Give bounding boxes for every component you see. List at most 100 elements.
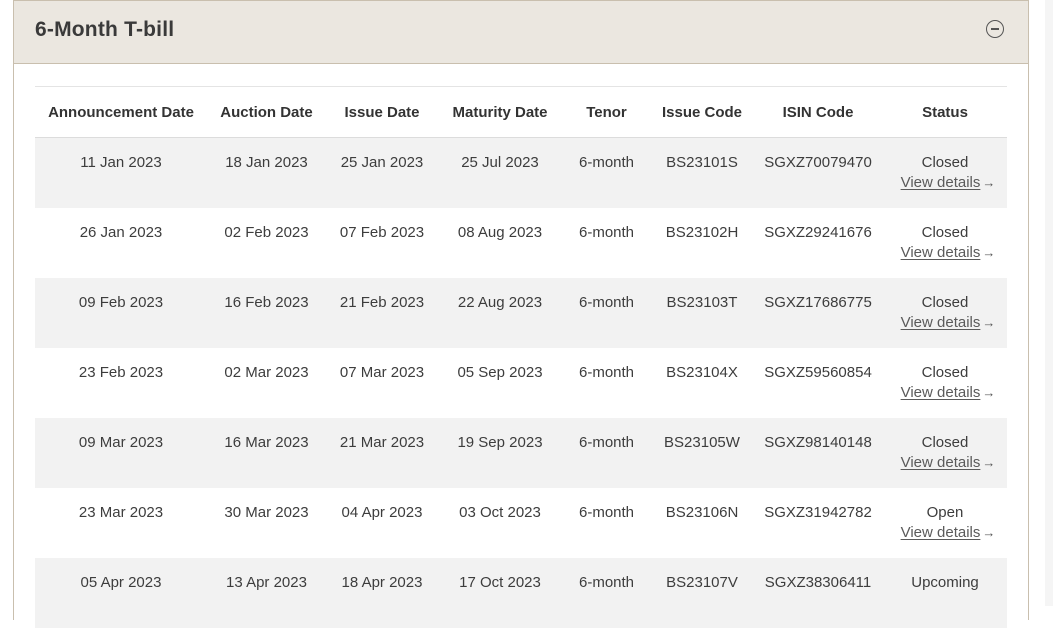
issue-value: 04 Apr 2023 xyxy=(341,504,423,521)
table-cell: BS23102H xyxy=(651,208,753,278)
table-cell: SGXZ17686775 xyxy=(753,278,883,348)
status-value: Closed xyxy=(921,364,969,381)
column-header: Issue Date xyxy=(326,86,438,138)
table-cell: 6-month xyxy=(562,208,651,278)
isin-value: SGXZ59560854 xyxy=(764,364,872,381)
view-details-link[interactable]: View details xyxy=(901,384,981,401)
issue-code-value: BS23102H xyxy=(665,224,739,241)
issue-value: 25 Jan 2023 xyxy=(340,154,424,171)
auction-value: 30 Mar 2023 xyxy=(224,504,309,521)
table-cell: BS23105W xyxy=(651,418,753,488)
table-cell: BS23103T xyxy=(651,278,753,348)
auction-value: 02 Feb 2023 xyxy=(224,224,309,241)
table-cell: SGXZ59560854 xyxy=(753,348,883,418)
panel-header[interactable]: 6-Month T-bill xyxy=(14,0,1028,64)
table-cell: 02 Mar 2023 xyxy=(207,348,326,418)
table-cell: 19 Sep 2023 xyxy=(438,418,562,488)
table-cell: 23 Feb 2023 xyxy=(35,348,207,418)
scrollbar[interactable] xyxy=(1045,0,1053,606)
table-cell: 16 Feb 2023 xyxy=(207,278,326,348)
table-cell: 21 Mar 2023 xyxy=(326,418,438,488)
maturity-value: 22 Aug 2023 xyxy=(457,294,543,311)
panel-title: 6-Month T-bill xyxy=(35,18,175,41)
auction-value: 18 Jan 2023 xyxy=(225,154,308,171)
table-cell: SGXZ29241676 xyxy=(753,208,883,278)
view-details-link[interactable]: View details xyxy=(901,524,981,541)
auction-value: 16 Mar 2023 xyxy=(224,434,309,451)
tenor-value: 6-month xyxy=(578,574,635,591)
table-cell: 05 Sep 2023 xyxy=(438,348,562,418)
view-details-link[interactable]: View details xyxy=(901,244,981,261)
table-cell: 07 Mar 2023 xyxy=(326,348,438,418)
table-cell: 25 Jan 2023 xyxy=(326,138,438,209)
announcement-value: 23 Mar 2023 xyxy=(78,504,164,521)
announcement-value: 26 Jan 2023 xyxy=(79,224,163,241)
issue-value: 21 Feb 2023 xyxy=(339,294,425,311)
table-cell: 6-month xyxy=(562,348,651,418)
auction-value: 13 Apr 2023 xyxy=(226,574,307,591)
table-cell: SGXZ70079470 xyxy=(753,138,883,209)
table-cell: 11 Jan 2023 xyxy=(35,138,207,209)
maturity-value: 19 Sep 2023 xyxy=(457,434,543,451)
table-cell: 18 Jan 2023 xyxy=(207,138,326,209)
table-cell: 6-month xyxy=(562,418,651,488)
table-cell: 26 Jan 2023 xyxy=(35,208,207,278)
table-row: 23 Mar 2023 30 Mar 2023 04 Apr 2023 03 Oct … xyxy=(35,488,1007,558)
arrow-right-icon: → xyxy=(982,315,996,330)
table-cell: SGXZ98140148 xyxy=(753,418,883,488)
tenor-value: 6-month xyxy=(578,434,635,451)
tenor-value: 6-month xyxy=(578,364,635,381)
announcement-value: 05 Apr 2023 xyxy=(80,574,162,591)
arrow-right-icon: → xyxy=(982,385,996,400)
status-cell: Closed View details → xyxy=(883,278,1007,348)
tenor-value: 6-month xyxy=(578,224,635,241)
announcement-value: 09 Feb 2023 xyxy=(78,294,164,311)
status-cell: Closed View details → xyxy=(883,348,1007,418)
arrow-right-icon: → xyxy=(982,525,996,540)
table-cell: 05 Apr 2023 xyxy=(35,558,207,628)
issue-code-value: BS23101S xyxy=(666,154,738,171)
table-cell: 16 Mar 2023 xyxy=(207,418,326,488)
table-cell: 23 Mar 2023 xyxy=(35,488,207,558)
view-details-link[interactable]: View details xyxy=(901,174,981,191)
tbill-table: Announcement Date Auction Date Issue Dat… xyxy=(35,86,1007,628)
table-cell: 6-month xyxy=(562,278,651,348)
isin-value: SGXZ98140148 xyxy=(764,434,872,451)
table-cell: 03 Oct 2023 xyxy=(438,488,562,558)
status-value: Closed xyxy=(921,154,969,171)
issue-code-value: BS23104X xyxy=(666,364,738,381)
status-value: Closed xyxy=(921,224,969,241)
table-cell: 08 Aug 2023 xyxy=(438,208,562,278)
table-cell: BS23106N xyxy=(651,488,753,558)
auction-value: 02 Mar 2023 xyxy=(224,364,309,381)
column-header: Auction Date xyxy=(207,86,326,138)
view-details-link[interactable]: View details xyxy=(901,454,981,471)
table-cell: 6-month xyxy=(562,488,651,558)
table-cell: 25 Jul 2023 xyxy=(438,138,562,209)
view-details-link[interactable]: View details xyxy=(901,314,981,331)
table-cell: 30 Mar 2023 xyxy=(207,488,326,558)
status-value: Closed xyxy=(921,294,969,311)
tbill-panel: 6-Month T-bill Announcement Date Auction… xyxy=(13,0,1029,628)
status-cell: Closed View details → xyxy=(883,138,1007,209)
minus-circle-icon[interactable] xyxy=(986,20,1004,38)
isin-value: SGXZ17686775 xyxy=(764,294,872,311)
maturity-value: 03 Oct 2023 xyxy=(459,504,541,521)
table-cell: BS23107V xyxy=(651,558,753,628)
arrow-right-icon: → xyxy=(982,245,996,260)
maturity-value: 05 Sep 2023 xyxy=(457,364,543,381)
table-row: 23 Feb 2023 02 Mar 2023 07 Mar 2023 05 Sep … xyxy=(35,348,1007,418)
table-cell: 18 Apr 2023 xyxy=(326,558,438,628)
tenor-value: 6-month xyxy=(578,504,635,521)
announcement-value: 09 Mar 2023 xyxy=(78,434,164,451)
tenor-value: 6-month xyxy=(578,294,635,311)
table-cell: 17 Oct 2023 xyxy=(438,558,562,628)
table-cell: BS23104X xyxy=(651,348,753,418)
column-header: Issue Code xyxy=(651,86,753,138)
status-cell: Closed View details → xyxy=(883,418,1007,488)
table-cell: SGXZ38306411 xyxy=(753,558,883,628)
table-row: 11 Jan 2023 18 Jan 2023 25 Jan 2023 25 Jul … xyxy=(35,137,1007,209)
issue-value: 07 Feb 2023 xyxy=(339,224,425,241)
maturity-value: 25 Jul 2023 xyxy=(461,154,539,171)
table-cell: 6-month xyxy=(562,558,651,628)
